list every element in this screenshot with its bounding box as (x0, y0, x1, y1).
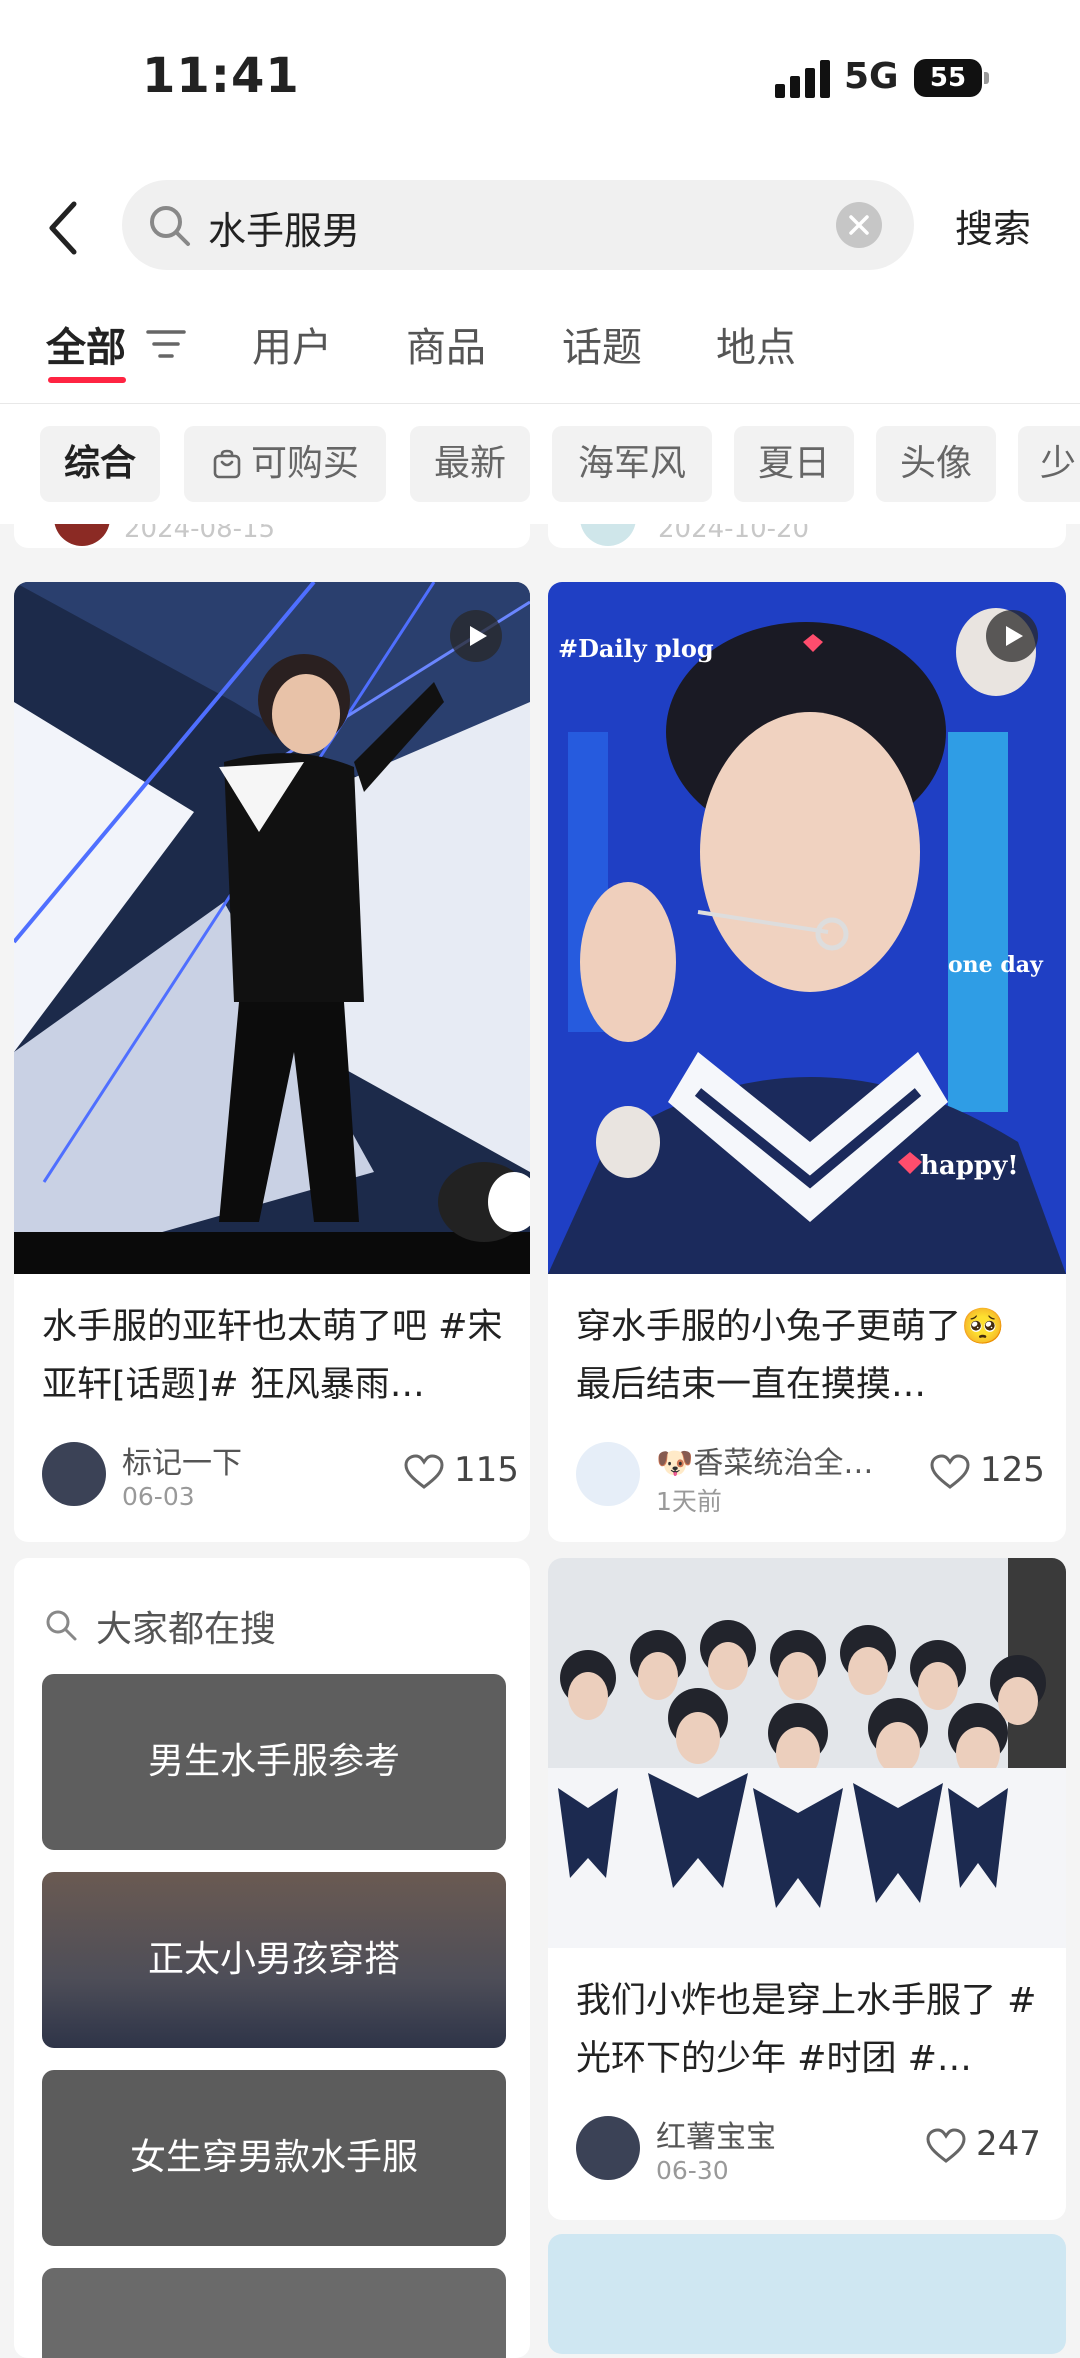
post-thumbnail[interactable] (548, 1558, 1066, 1948)
tab-products[interactable]: 商品 (406, 315, 486, 373)
avatar[interactable] (576, 1442, 640, 1506)
like-count: 125 (980, 1450, 1045, 1490)
chip-summer[interactable]: 夏日 (734, 426, 854, 502)
post-author[interactable]: 🐶香菜统治全… (656, 1438, 896, 1482)
search-input[interactable]: 水手服男 (122, 180, 914, 270)
overlay-text: happy! (920, 1151, 1019, 1181)
play-icon (450, 610, 502, 662)
search-icon (46, 1610, 77, 1641)
search-header: 水手服男 搜索 (0, 150, 1080, 295)
trending-item-label: 正太小男孩穿搭 (147, 1939, 400, 1980)
chip-avatar[interactable]: 头像 (876, 426, 996, 502)
heart-icon[interactable] (930, 1454, 970, 1490)
chip-latest[interactable]: 最新 (410, 426, 530, 502)
chip-navy-style[interactable]: 海军风 (552, 426, 712, 502)
heart-icon[interactable] (926, 2128, 966, 2164)
search-icon (146, 202, 194, 250)
previous-card-left[interactable]: 2024-08-15 (14, 524, 530, 548)
back-arrow-icon[interactable] (44, 198, 84, 258)
post-date: 06-03 (122, 1482, 195, 1511)
status-bar: 11:41 5G 55 (0, 0, 1080, 150)
avatar (580, 524, 636, 546)
post-date: 06-30 (656, 2156, 729, 2185)
post-title[interactable]: 我们小炸也是穿上水手服了 #光环下的少年 #时团 #… (576, 1972, 1044, 2088)
status-time: 11:41 (142, 48, 300, 104)
trending-header: 大家都在搜 (96, 1609, 277, 1650)
trending-item-partial[interactable] (42, 2268, 506, 2358)
overlay-text: one day (948, 952, 1044, 978)
tab-users[interactable]: 用户 (252, 315, 332, 373)
chip-purchasable[interactable]: 可购买 (184, 426, 386, 502)
post-card[interactable]: #Daily plog one day happy! 穿水手服的小兔子更萌了🥺 … (548, 582, 1066, 1542)
post-title[interactable]: 穿水手服的小兔子更萌了🥺 最后结束一直在摸摸… (576, 1298, 1044, 1414)
previous-date: 2024-10-20 (658, 524, 810, 544)
filter-icon[interactable] (146, 327, 186, 361)
post-date: 1天前 (656, 1487, 722, 1516)
post-thumbnail[interactable] (14, 582, 530, 1274)
tab-places[interactable]: 地点 (716, 315, 796, 373)
signal-icon (775, 58, 831, 98)
clear-icon[interactable] (836, 202, 882, 248)
tab-all[interactable]: 全部 (46, 315, 126, 373)
network-type: 5G (844, 56, 899, 97)
chip-comprehensive[interactable]: 综合 (40, 426, 160, 502)
post-author[interactable]: 标记一下 (122, 1438, 242, 1482)
shopping-bag-icon (213, 449, 241, 479)
chip-purchasable-label: 可购买 (250, 443, 359, 484)
chip-more[interactable]: 少 (1018, 426, 1080, 502)
battery-tip (984, 72, 989, 84)
filter-chips: 综合 可购买 最新 海军风 夏日 头像 少 (0, 404, 1080, 524)
battery-icon: 55 (914, 59, 982, 97)
post-card-partial[interactable] (548, 2234, 1066, 2354)
overlay-text: #Daily plog (558, 634, 714, 663)
search-query[interactable]: 水手服男 (208, 200, 360, 255)
like-count: 115 (454, 1450, 519, 1490)
trending-item[interactable]: 男生水手服参考 (42, 1674, 506, 1850)
post-card[interactable]: 我们小炸也是穿上水手服了 #光环下的少年 #时团 #… 红薯宝宝 06-30 2… (548, 1558, 1066, 2220)
avatar[interactable] (576, 2116, 640, 2180)
avatar (54, 524, 110, 546)
post-card[interactable]: 水手服的亚轩也太萌了吧 #宋亚轩[话题]# 狂风暴雨… 标记一下 06-03 1… (14, 582, 530, 1542)
result-tabs: 全部 用户 商品 话题 地点 (0, 295, 1080, 404)
trending-searches: 大家都在搜 男生水手服参考 正太小男孩穿搭 女生穿男款水手服 (14, 1558, 530, 2358)
active-tab-indicator (48, 377, 126, 383)
play-icon (986, 610, 1038, 662)
previous-date: 2024-08-15 (124, 524, 276, 544)
previous-card-right[interactable]: 2024-10-20 (548, 524, 1066, 548)
post-title[interactable]: 水手服的亚轩也太萌了吧 #宋亚轩[话题]# 狂风暴雨… (42, 1298, 508, 1414)
search-button[interactable]: 搜索 (955, 198, 1031, 253)
trending-item[interactable]: 女生穿男款水手服 (42, 2070, 506, 2246)
like-count: 247 (976, 2124, 1041, 2164)
post-author[interactable]: 红薯宝宝 (656, 2112, 776, 2156)
heart-icon[interactable] (404, 1454, 444, 1490)
post-thumbnail[interactable]: #Daily plog one day happy! (548, 582, 1066, 1274)
avatar[interactable] (42, 1442, 106, 1506)
tab-topics[interactable]: 话题 (562, 315, 642, 373)
trending-item[interactable]: 正太小男孩穿搭 (42, 1872, 506, 2048)
